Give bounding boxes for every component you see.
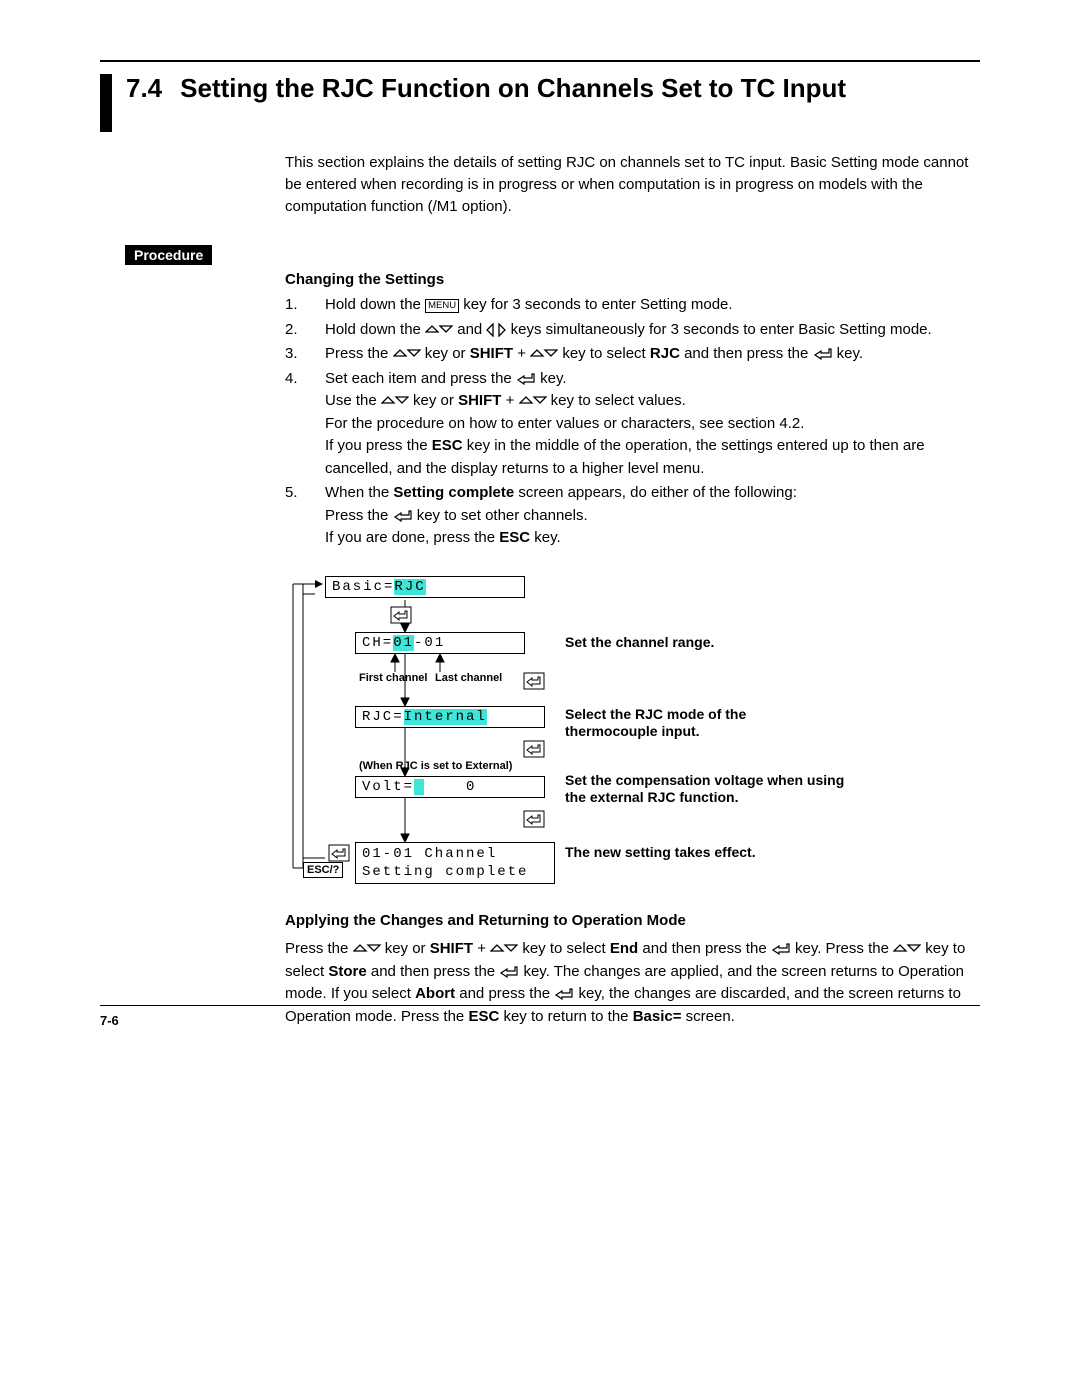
step-number: 1. xyxy=(285,294,325,317)
step-5: 5. When the Setting complete screen appe… xyxy=(285,482,980,550)
enter-icon xyxy=(393,509,413,523)
step-text: Set each item and press the key. Use the… xyxy=(325,368,980,481)
procedure-label: Procedure xyxy=(125,245,212,265)
when-external-note: (When RJC is set to External) xyxy=(359,760,512,772)
step-3: 3. Press the key or SHIFT + key to selec… xyxy=(285,343,980,366)
ann-rjc-mode: Select the RJC mode of the thermocouple … xyxy=(565,706,815,741)
intro-paragraph: This section explains the details of set… xyxy=(285,152,980,217)
closing-section: Applying the Changes and Returning to Op… xyxy=(285,910,980,1029)
esc-key-box: ESC/? xyxy=(303,862,343,878)
step-text: Press the key or SHIFT + key to select R… xyxy=(325,343,980,366)
step-number: 2. xyxy=(285,319,325,342)
updown-icon xyxy=(893,944,921,954)
section-number: 7.4 xyxy=(126,74,162,103)
enter-icon xyxy=(554,987,574,1001)
updown-icon xyxy=(490,944,518,954)
enter-box-icon xyxy=(390,606,412,629)
updown-icon xyxy=(425,325,453,335)
flow-diagram: Basic=RJC CH=01-01 Set the channel range… xyxy=(285,572,980,892)
page-number: 7-6 xyxy=(100,1013,119,1028)
changing-heading: Changing the Settings xyxy=(285,271,980,288)
updown-icon xyxy=(530,349,558,359)
step-text: Hold down the MENU key for 3 seconds to … xyxy=(325,294,980,317)
enter-box-icon xyxy=(523,672,545,695)
leftright-icon xyxy=(486,323,506,337)
step-2: 2. Hold down the and keys simultaneously… xyxy=(285,319,980,342)
step-text: Hold down the and keys simultaneously fo… xyxy=(325,319,980,342)
ann-channel-range: Set the channel range. xyxy=(565,634,714,652)
applying-heading: Applying the Changes and Returning to Op… xyxy=(285,910,980,933)
lcd-ch: CH=01-01 xyxy=(355,632,525,654)
enter-box-icon xyxy=(523,810,545,833)
last-channel-label: Last channel xyxy=(435,672,502,684)
steps-list: 1. Hold down the MENU key for 3 seconds … xyxy=(285,294,980,550)
lcd-complete: 01-01 ChannelSetting complete xyxy=(355,842,555,884)
lcd-volt: Volt= 0 xyxy=(355,776,545,798)
step-number: 3. xyxy=(285,343,325,366)
top-rule xyxy=(100,60,980,62)
updown-icon xyxy=(393,349,421,359)
menu-key-icon: MENU xyxy=(425,299,459,313)
enter-icon xyxy=(771,942,791,956)
closing-paragraph: Press the key or SHIFT + key to select E… xyxy=(285,938,980,1028)
step-1: 1. Hold down the MENU key for 3 seconds … xyxy=(285,294,980,317)
step-text: When the Setting complete screen appears… xyxy=(325,482,980,550)
section-marker-bar xyxy=(100,74,112,132)
updown-icon xyxy=(353,944,381,954)
footer-rule xyxy=(100,1005,980,1006)
ann-takes-effect: The new setting takes effect. xyxy=(565,844,756,862)
enter-box-icon xyxy=(523,740,545,763)
ann-volt: Set the compensation voltage when using … xyxy=(565,772,865,807)
lcd-basic: Basic=RJC xyxy=(325,576,525,598)
procedure-row: Procedure xyxy=(100,245,980,265)
step-number: 5. xyxy=(285,482,325,550)
section-title: Setting the RJC Function on Channels Set… xyxy=(180,74,846,104)
enter-icon xyxy=(813,347,833,361)
step-number: 4. xyxy=(285,368,325,481)
first-channel-label: First channel xyxy=(359,672,427,684)
lcd-rjc: RJC=Internal xyxy=(355,706,545,728)
enter-icon xyxy=(516,372,536,386)
section-header: 7.4 Setting the RJC Function on Channels… xyxy=(100,74,980,132)
procedure-body: Changing the Settings 1. Hold down the M… xyxy=(285,271,980,550)
enter-icon xyxy=(499,965,519,979)
step-4: 4. Set each item and press the key. Use … xyxy=(285,368,980,481)
updown-icon xyxy=(381,396,409,406)
updown-icon xyxy=(519,396,547,406)
